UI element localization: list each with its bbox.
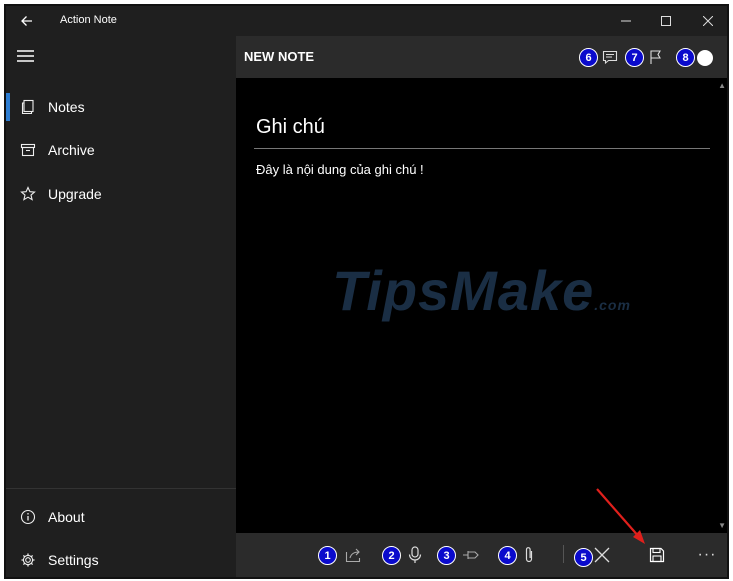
pin-button[interactable] (458, 543, 484, 567)
share-button[interactable] (341, 543, 367, 567)
watermark-suffix: .com (594, 297, 631, 313)
maximize-button[interactable] (654, 10, 678, 32)
notes-icon (18, 97, 38, 117)
command-divider (563, 545, 564, 563)
comment-button[interactable] (598, 46, 622, 68)
note-body-input[interactable]: Đây là nội dung của ghi chú ! (256, 162, 424, 177)
active-indicator (6, 93, 10, 121)
bottom-command-bar: 1 2 3 4 5 ··· (236, 533, 727, 577)
maximize-icon (661, 16, 671, 26)
annotation-badge-2: 2 (382, 546, 401, 565)
annotation-badge-8: 8 (676, 48, 695, 67)
scroll-down-icon[interactable]: ▼ (718, 521, 726, 530)
close-icon (703, 16, 713, 26)
sidebar-item-upgrade[interactable]: Upgrade (6, 176, 236, 212)
hamburger-icon (17, 50, 34, 62)
sidebar-item-notes[interactable]: Notes (6, 89, 236, 125)
microphone-button[interactable] (402, 543, 428, 567)
watermark: TipsMake.com (236, 258, 727, 323)
archive-icon (18, 140, 38, 160)
flag-button[interactable] (644, 46, 668, 68)
back-arrow-icon (21, 16, 32, 26)
more-icon: ··· (697, 546, 717, 563)
annotation-badge-7: 7 (625, 48, 644, 67)
sidebar-item-label: Archive (48, 142, 95, 158)
scrollbar[interactable]: ▲ ▼ (717, 78, 727, 533)
gear-icon (18, 550, 38, 570)
microphone-icon (408, 546, 422, 563)
note-header: NEW NOTE 6 7 8 (236, 36, 727, 78)
annotation-badge-1: 1 (318, 546, 337, 565)
sidebar: Notes Archive Upgrade About Settings (6, 36, 236, 577)
comment-icon (602, 50, 618, 65)
save-button[interactable] (644, 543, 670, 567)
close-icon (594, 547, 610, 563)
app-window: Action Note Notes Archive Upgrade About … (4, 4, 729, 579)
sidebar-item-label: Notes (48, 99, 85, 115)
pin-icon (463, 551, 479, 559)
info-icon (18, 507, 38, 527)
annotation-badge-6: 6 (579, 48, 598, 67)
scroll-up-icon[interactable]: ▲ (718, 81, 726, 90)
save-icon (649, 547, 665, 563)
sidebar-item-settings[interactable]: Settings (6, 542, 236, 577)
sidebar-item-label: About (48, 509, 85, 525)
app-title: Action Note (60, 14, 117, 26)
watermark-text: TipsMake (332, 259, 595, 322)
sidebar-item-archive[interactable]: Archive (6, 132, 236, 168)
note-editor: TipsMake.com Ghi chú Đây là nội dung của… (236, 78, 727, 533)
annotation-badge-3: 3 (437, 546, 456, 565)
sidebar-item-label: Settings (48, 552, 99, 568)
color-toggle[interactable] (697, 50, 713, 66)
close-button[interactable] (696, 10, 720, 32)
more-options-button[interactable]: ··· (694, 543, 720, 567)
hamburger-menu-button[interactable] (16, 48, 40, 72)
star-icon (18, 184, 38, 204)
sidebar-divider (6, 488, 236, 489)
paperclip-icon (525, 547, 533, 563)
attach-button[interactable] (516, 543, 542, 567)
minimize-icon (621, 20, 631, 22)
title-underline (254, 148, 710, 149)
back-button[interactable] (16, 10, 38, 32)
discard-button[interactable] (589, 543, 615, 567)
title-bar: Action Note (6, 6, 727, 36)
share-icon (345, 548, 361, 563)
annotation-badge-4: 4 (498, 546, 517, 565)
note-title-input[interactable]: Ghi chú (256, 116, 325, 139)
flag-icon (650, 50, 661, 64)
minimize-button[interactable] (614, 10, 638, 32)
sidebar-item-label: Upgrade (48, 186, 102, 202)
sidebar-item-about[interactable]: About (6, 499, 236, 535)
page-title: NEW NOTE (244, 49, 315, 64)
